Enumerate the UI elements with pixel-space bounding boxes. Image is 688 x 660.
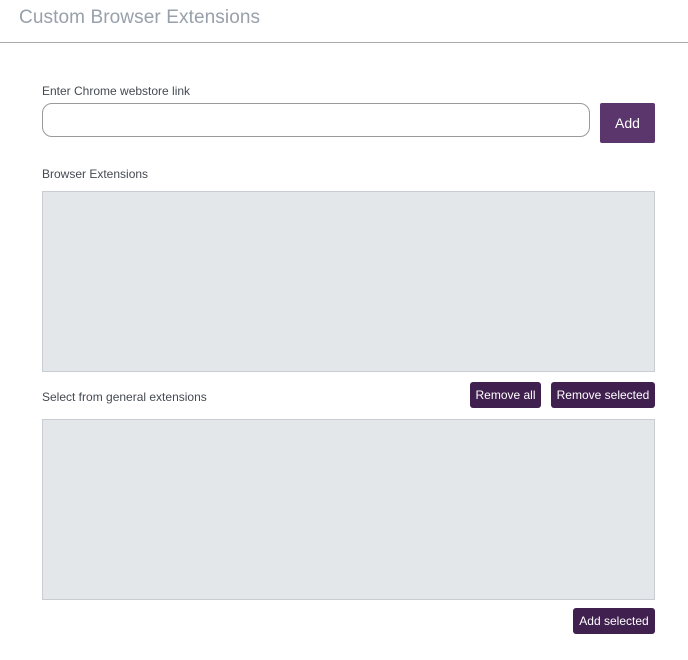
webstore-link-input[interactable]: [42, 103, 590, 137]
browser-extensions-list[interactable]: [42, 191, 655, 372]
page-title: Custom Browser Extensions: [19, 7, 261, 28]
general-extensions-label: Select from general extensions: [42, 390, 207, 404]
general-extensions-list[interactable]: [42, 419, 655, 600]
page-header: Custom Browser Extensions: [0, 0, 688, 43]
remove-selected-button[interactable]: Remove selected: [551, 382, 655, 408]
browser-extensions-label: Browser Extensions: [42, 167, 149, 181]
add-button[interactable]: Add: [600, 103, 655, 143]
remove-all-button[interactable]: Remove all: [470, 382, 541, 408]
webstore-link-label: Enter Chrome webstore link: [42, 84, 191, 98]
add-selected-button[interactable]: Add selected: [573, 608, 655, 634]
